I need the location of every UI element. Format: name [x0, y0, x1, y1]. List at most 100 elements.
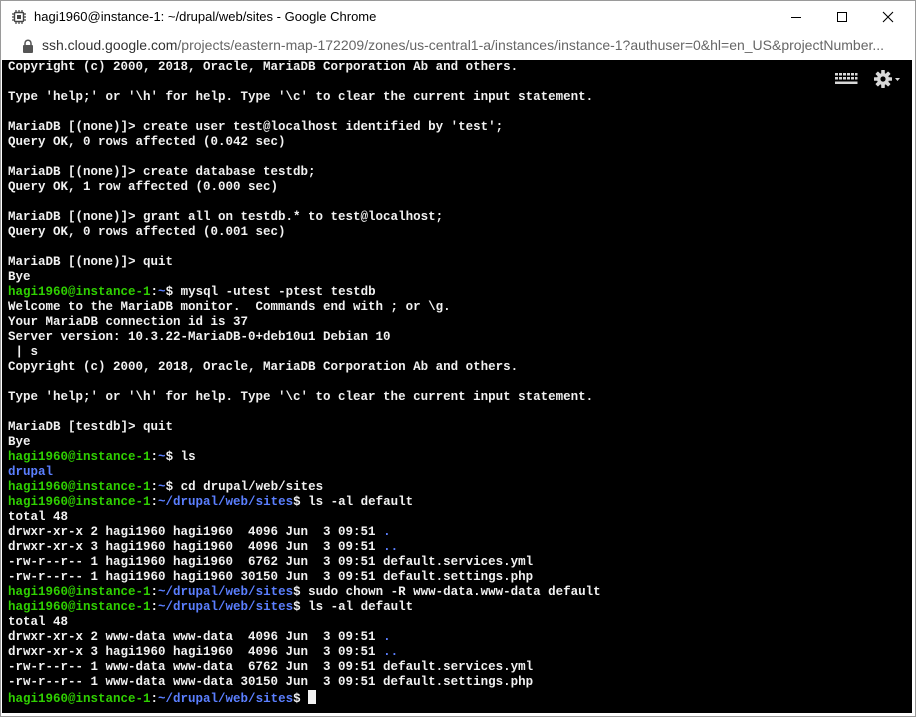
prompt-separator: :: [150, 585, 159, 599]
output-text: Your MariaDB connection id is 37: [8, 315, 249, 329]
terminal-output: Copyright (c) 2000, 2018, Oracle, MariaD…: [8, 60, 601, 706]
terminal[interactable]: Copyright (c) 2000, 2018, Oracle, MariaD…: [2, 60, 912, 713]
terminal-line: total 48: [8, 510, 601, 525]
terminal-line: Your MariaDB connection id is 37: [8, 315, 601, 330]
terminal-line: hagi1960@instance-1:~/drupal/web/sites$ …: [8, 600, 601, 615]
terminal-line: Bye: [8, 435, 601, 450]
prompt-user: hagi1960@instance-1: [8, 450, 151, 464]
directory-name: ..: [383, 645, 399, 659]
terminal-line: drwxr-xr-x 2 hagi1960 hagi1960 4096 Jun …: [8, 525, 601, 540]
terminal-line: hagi1960@instance-1:~$ ls: [8, 450, 601, 465]
gear-icon[interactable]: [873, 69, 901, 89]
prompt-user: hagi1960@instance-1: [8, 692, 151, 706]
output-text: total 48: [8, 510, 69, 524]
prompt-separator: :: [150, 692, 159, 706]
output-text: MariaDB [(none)]> quit: [8, 255, 174, 269]
terminal-line: drwxr-xr-x 3 hagi1960 hagi1960 4096 Jun …: [8, 540, 601, 555]
command-text: $ mysql -utest -ptest testdb: [165, 285, 376, 299]
output-text: Bye: [8, 270, 31, 284]
terminal-line: Copyright (c) 2000, 2018, Oracle, MariaD…: [8, 60, 601, 75]
output-text: total 48: [8, 615, 69, 629]
terminal-line: Type 'help;' or '\h' for help. Type '\c'…: [8, 390, 601, 405]
maximize-icon: [837, 12, 847, 22]
terminal-line: MariaDB [(none)]> create database testdb…: [8, 165, 601, 180]
output-text: drwxr-xr-x 3 hagi1960 hagi1960 4096 Jun …: [8, 645, 384, 659]
prompt-user: hagi1960@instance-1: [8, 585, 151, 599]
output-text: Query OK, 0 rows affected (0.001 sec): [8, 225, 286, 239]
url-host: ssh.cloud.google.com: [42, 37, 178, 53]
close-icon: [882, 11, 894, 23]
window-title: hagi1960@instance-1: ~/drupal/web/sites …: [34, 9, 377, 24]
terminal-line: Query OK, 0 rows affected (0.042 sec): [8, 135, 601, 150]
terminal-line: Query OK, 1 row affected (0.000 sec): [8, 180, 601, 195]
browser-window: hagi1960@instance-1: ~/drupal/web/sites …: [0, 0, 916, 717]
title-bar[interactable]: hagi1960@instance-1: ~/drupal/web/sites …: [1, 1, 915, 33]
prompt-separator: :: [150, 285, 159, 299]
prompt-path: ~/drupal/web/sites: [158, 692, 294, 706]
terminal-line: Query OK, 0 rows affected (0.001 sec): [8, 225, 601, 240]
prompt-separator: :: [150, 495, 159, 509]
output-text: Server version: 10.3.22-MariaDB-0+deb10u…: [8, 330, 391, 344]
command-text: $: [293, 692, 309, 706]
terminal-line: | s: [8, 345, 601, 360]
output-text: -rw-r--r-- 1 hagi1960 hagi1960 30150 Jun…: [8, 570, 534, 584]
prompt-user: hagi1960@instance-1: [8, 480, 151, 494]
prompt-path: ~: [158, 285, 166, 299]
output-text: Query OK, 0 rows affected (0.042 sec): [8, 135, 286, 149]
maximize-button[interactable]: [819, 1, 865, 33]
minimize-button[interactable]: [773, 1, 819, 33]
terminal-line: Copyright (c) 2000, 2018, Oracle, MariaD…: [8, 360, 601, 375]
prompt-separator: :: [150, 600, 159, 614]
output-text: Type 'help;' or '\h' for help. Type '\c'…: [8, 90, 594, 104]
output-text: Copyright (c) 2000, 2018, Oracle, MariaD…: [8, 360, 519, 374]
terminal-line: Bye: [8, 270, 601, 285]
output-text: Type 'help;' or '\h' for help. Type '\c'…: [8, 390, 594, 404]
output-text: drwxr-xr-x 2 www-data www-data 4096 Jun …: [8, 630, 384, 644]
command-text: $ sudo chown -R www-data.www-data defaul…: [293, 585, 601, 599]
prompt-path: ~: [158, 450, 166, 464]
prompt-separator: :: [150, 450, 159, 464]
keyboard-icon[interactable]: [834, 72, 858, 86]
directory-name: .: [383, 630, 391, 644]
prompt-user: hagi1960@instance-1: [8, 495, 151, 509]
prompt-path: ~: [158, 480, 166, 494]
output-text: | s: [8, 345, 39, 359]
terminal-line: drwxr-xr-x 2 www-data www-data 4096 Jun …: [8, 630, 601, 645]
url-path: /projects/eastern-map-172209/zones/us-ce…: [177, 37, 885, 53]
terminal-line: drupal: [8, 465, 601, 480]
terminal-line: Server version: 10.3.22-MariaDB-0+deb10u…: [8, 330, 601, 345]
terminal-line: hagi1960@instance-1:~$ mysql -utest -pte…: [8, 285, 601, 300]
terminal-line: -rw-r--r-- 1 www-data www-data 30150 Jun…: [8, 675, 601, 690]
terminal-line: hagi1960@instance-1:~/drupal/web/sites$ …: [8, 585, 601, 600]
prompt-path: ~/drupal/web/sites: [158, 495, 294, 509]
address-bar[interactable]: ssh.cloud.google.com/projects/eastern-ma…: [1, 33, 915, 59]
minimize-icon: [791, 17, 801, 18]
directory-name: .: [383, 525, 391, 539]
terminal-line: hagi1960@instance-1:~/drupal/web/sites$ …: [8, 495, 601, 510]
close-button[interactable]: [865, 1, 911, 33]
terminal-line: Type 'help;' or '\h' for help. Type '\c'…: [8, 90, 601, 105]
output-text: MariaDB [(none)]> create database testdb…: [8, 165, 316, 179]
terminal-line: MariaDB [(none)]> quit: [8, 255, 601, 270]
output-text: -rw-r--r-- 1 www-data www-data 30150 Jun…: [8, 675, 534, 689]
terminal-line: drwxr-xr-x 3 hagi1960 hagi1960 4096 Jun …: [8, 645, 601, 660]
output-text: Copyright (c) 2000, 2018, Oracle, MariaD…: [8, 60, 519, 74]
output-text: drwxr-xr-x 3 hagi1960 hagi1960 4096 Jun …: [8, 540, 384, 554]
terminal-line: -rw-r--r-- 1 hagi1960 hagi1960 6762 Jun …: [8, 555, 601, 570]
command-text: $ cd drupal/web/sites: [165, 480, 324, 494]
url-text[interactable]: ssh.cloud.google.com/projects/eastern-ma…: [42, 37, 902, 53]
terminal-line: hagi1960@instance-1:~$ cd drupal/web/sit…: [8, 480, 601, 495]
command-text: $ ls -al default: [293, 600, 414, 614]
chip-icon: [12, 10, 26, 24]
terminal-line: -rw-r--r-- 1 hagi1960 hagi1960 30150 Jun…: [8, 570, 601, 585]
output-text: MariaDB [testdb]> quit: [8, 420, 174, 434]
terminal-line: hagi1960@instance-1:~/drupal/web/sites$: [8, 690, 601, 706]
terminal-line: MariaDB [(none)]> create user test@local…: [8, 120, 601, 135]
command-text: $ ls: [165, 450, 196, 464]
